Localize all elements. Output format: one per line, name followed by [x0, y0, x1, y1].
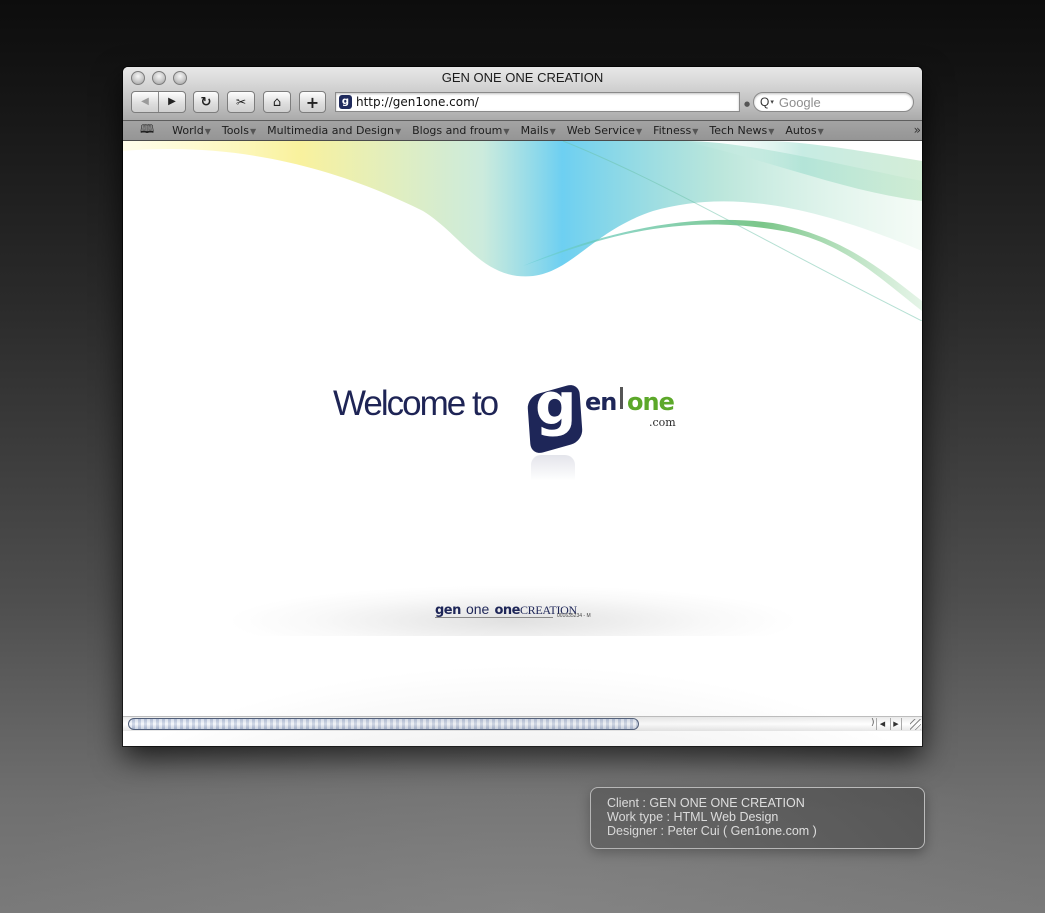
bookmark-menu-multimedia[interactable]: Multimedia and Design▼ — [267, 124, 401, 137]
scrollbar-thumb[interactable] — [128, 718, 639, 730]
chevron-down-icon: ▼ — [204, 127, 211, 136]
bookmark-label: Fitness — [653, 124, 692, 137]
title-bar: GEN ONE ONE CREATION ◀ ▶ ↻ ✂ ⌂ + g http:… — [123, 67, 922, 121]
home-icon: ⌂ — [272, 94, 282, 110]
bookmark-menu-mails[interactable]: Mails▼ — [521, 124, 556, 137]
scroll-track-end: ) — [871, 718, 875, 728]
footer-gen: gen — [435, 603, 461, 618]
forward-button[interactable]: ▶ — [159, 92, 185, 112]
bookmark-menu-fitness[interactable]: Fitness▼ — [653, 124, 698, 137]
footer-divider — [435, 617, 553, 618]
home-button[interactable]: ⌂ — [263, 91, 291, 113]
add-bookmark-button[interactable]: + — [299, 91, 326, 113]
logo-g: g — [535, 370, 577, 438]
bookmark-label: Multimedia and Design — [267, 124, 394, 137]
chevron-down-icon: ▼ — [692, 127, 699, 136]
url-text[interactable]: http://gen1one.com/ — [356, 95, 479, 109]
footer-one-light: one — [465, 601, 490, 617]
window-title: GEN ONE ONE CREATION — [441, 70, 604, 85]
bookmark-label: Mails — [520, 124, 549, 137]
search-field[interactable]: Q ▾ Google — [753, 92, 914, 112]
bookmark-menu-tools[interactable]: Tools▼ — [222, 124, 256, 137]
logo-reflection — [531, 455, 575, 481]
logo-com: .com — [649, 416, 676, 429]
reload-button[interactable]: ↻ — [193, 91, 219, 113]
footer-registration: 001635234 - M — [557, 613, 591, 619]
chevron-down-icon: ▼ — [635, 127, 643, 136]
scissors-icon: ✂ — [235, 95, 247, 109]
plus-icon: + — [305, 92, 320, 112]
bookmark-label: Web Service — [566, 124, 635, 137]
info-client: Client : GEN ONE ONE CREATION — [607, 796, 805, 810]
bookmark-label: Blogs and froum — [412, 124, 503, 137]
search-placeholder: Google — [778, 94, 821, 110]
gen1one-logo[interactable]: g en one .com — [523, 375, 693, 491]
toolbar: ◀ ▶ ↻ ✂ ⌂ + g http://gen1one.com/ ● Q ▾ … — [131, 91, 914, 113]
bookmark-label: Tools — [221, 124, 249, 137]
chevron-down-icon: ▼ — [249, 127, 257, 136]
bookmark-label: Autos — [785, 124, 817, 137]
bookmarks-book-icon[interactable]: 🕮 — [140, 120, 154, 141]
reload-icon: ↻ — [200, 94, 212, 110]
more-bookmarks-icon[interactable]: » — [914, 123, 922, 137]
address-bar[interactable]: g http://gen1one.com/ — [335, 92, 740, 112]
bookmarks-bar: 🕮 World▼ Tools▼ Multimedia and Design▼ B… — [123, 121, 922, 141]
logo-one: one — [627, 388, 675, 416]
chevron-down-icon: ▼ — [768, 127, 775, 136]
bookmark-menu-web-service[interactable]: Web Service▼ — [567, 124, 642, 137]
chevron-down-icon: ▼ — [549, 127, 556, 136]
welcome-heading: Welcome to — [333, 384, 499, 423]
scroll-left-button[interactable]: ◀ — [876, 718, 888, 730]
search-icon: Q — [760, 95, 770, 109]
bookmark-menu-tech-news[interactable]: Tech News▼ — [709, 124, 774, 137]
project-info-card: Client : GEN ONE ONE CREATION Work type … — [590, 787, 925, 849]
snapback-icon[interactable]: ● — [744, 100, 750, 108]
bookmark-label: Tech News — [709, 124, 768, 137]
chevron-down-icon: ▼ — [394, 127, 402, 136]
bookmark-label: World — [172, 124, 204, 137]
chevron-down-icon: ▼ — [817, 127, 824, 136]
horizontal-scrollbar[interactable]: ) ◀ ▶ — [123, 716, 922, 731]
scroll-right-button[interactable]: ▶ — [890, 718, 902, 730]
back-button[interactable]: ◀ — [132, 92, 159, 112]
bookmark-menu-blogs[interactable]: Blogs and froum▼ — [412, 124, 509, 137]
logo-one-bar — [620, 387, 623, 409]
browser-window: GEN ONE ONE CREATION ◀ ▶ ↻ ✂ ⌂ + g http:… — [123, 67, 922, 746]
back-forward-buttons: ◀ ▶ — [131, 91, 186, 113]
page-content: Welcome to g en one .com gen one oneCREA… — [123, 141, 922, 731]
info-designer: Designer : Peter Cui ( Gen1one.com ) — [607, 824, 817, 838]
info-work-type: Work type : HTML Web Design — [607, 810, 779, 824]
search-menu-caret-icon[interactable]: ▾ — [770, 98, 774, 106]
logo-en: en — [585, 388, 617, 416]
bookmark-menu-world[interactable]: World▼ — [172, 124, 211, 137]
footer-logo: gen one oneCREATION — [435, 599, 577, 618]
bookmark-menu-autos[interactable]: Autos▼ — [785, 124, 823, 137]
footer-one-bold: one — [494, 603, 520, 618]
resize-grip-icon[interactable] — [910, 719, 921, 730]
favicon-icon: g — [339, 95, 352, 109]
chevron-down-icon: ▼ — [503, 127, 510, 136]
web-clip-button[interactable]: ✂ — [227, 91, 255, 113]
wave-banner — [123, 141, 922, 321]
